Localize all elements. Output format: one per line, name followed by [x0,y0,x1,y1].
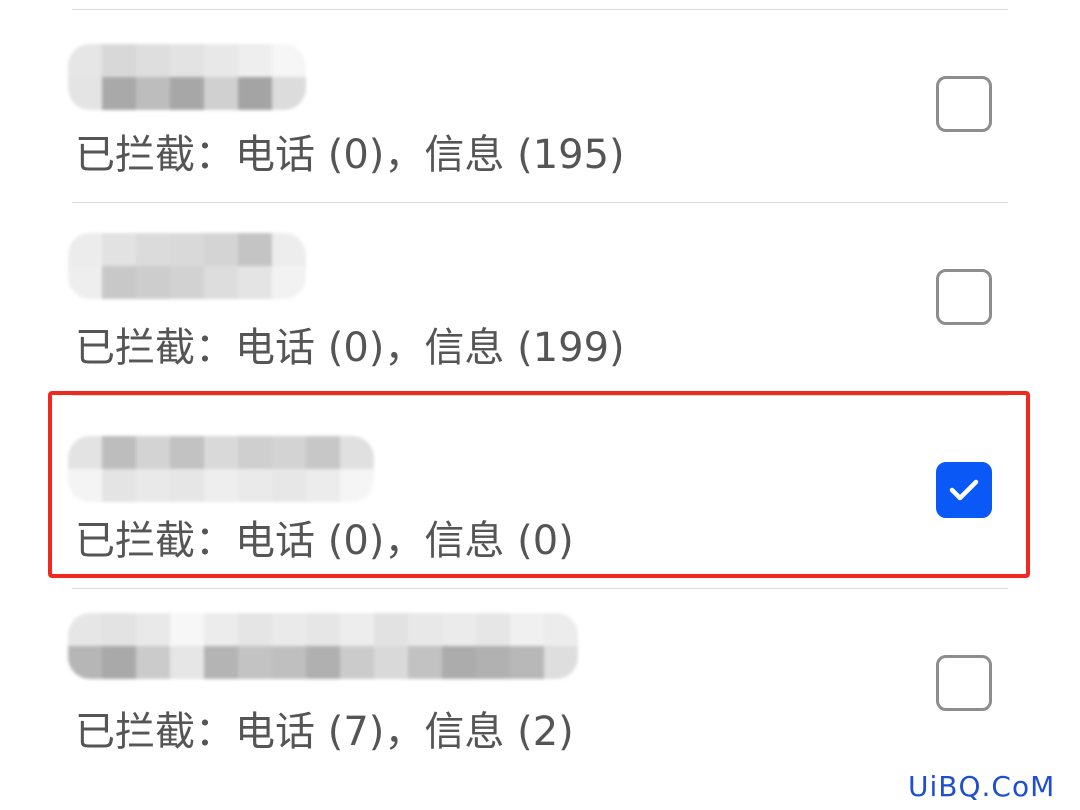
list-item[interactable]: 已拦截：电话 (7)，信息 (2) [0,589,1080,781]
item-checkbox[interactable] [936,269,992,325]
blocked-count-text: 已拦截：电话 (0)，信息 (199) [75,325,625,371]
list-item[interactable]: 已拦截：电话 (0)，信息 (199) [0,203,1080,395]
list-item[interactable]: 已拦截：电话 (0)，信息 (195) [0,10,1080,202]
blocked-count-text: 已拦截：电话 (7)，信息 (2) [75,709,574,755]
blurred-contact-name [68,233,306,299]
annotation-highlight-box [48,391,1030,578]
blocked-count-text: 已拦截：电话 (0)，信息 (195) [75,132,625,178]
blurred-contact-name [68,613,578,679]
blurred-contact-name [68,44,306,110]
watermark-text: UiBQ.CoM [908,770,1056,803]
item-checkbox[interactable] [936,655,992,711]
item-checkbox[interactable] [936,76,992,132]
